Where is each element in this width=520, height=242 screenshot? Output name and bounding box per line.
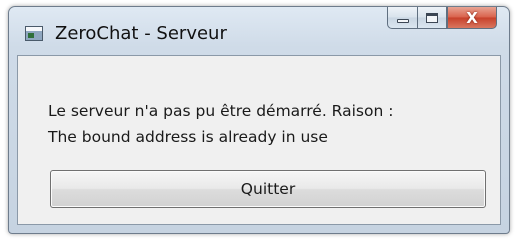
dialog-content: Le serveur n'a pas pu être démarré. Rais… [17,55,501,225]
minimize-icon [396,18,409,23]
error-message-line-2: The bound address is already in use [48,128,328,146]
close-icon: X [466,8,478,27]
maximize-icon [426,12,438,23]
error-message-line-1: Le serveur n'a pas pu être démarré. Rais… [48,102,394,120]
quit-button[interactable]: Quitter [50,170,486,208]
window-title: ZeroChat - Serveur [55,23,227,44]
caption-buttons: X [387,7,497,29]
app-window-icon [25,26,43,41]
title-bar[interactable]: ZeroChat - Serveur X [9,7,509,55]
error-message: Le serveur n'a pas pu être démarré. Rais… [48,98,393,150]
close-button[interactable]: X [447,7,497,29]
maximize-button[interactable] [417,7,447,29]
minimize-button[interactable] [387,7,417,29]
dialog-window: ZeroChat - Serveur X Le serveur n'a pas … [8,6,510,234]
